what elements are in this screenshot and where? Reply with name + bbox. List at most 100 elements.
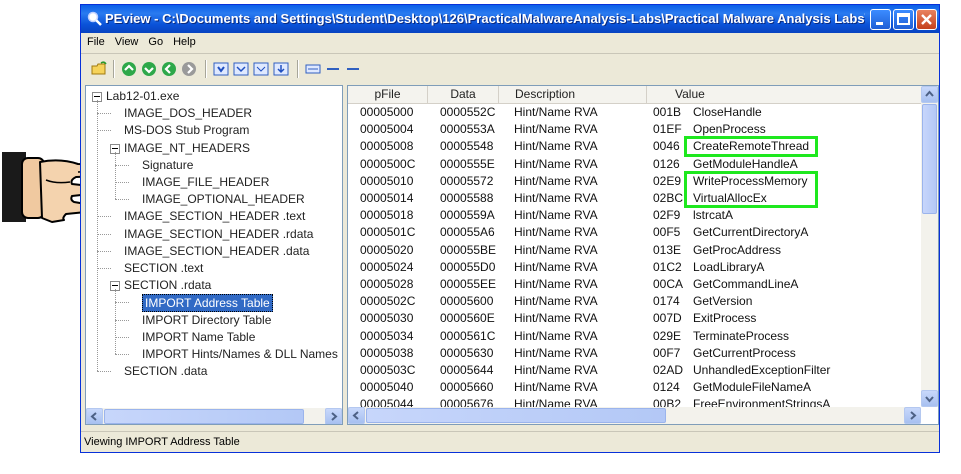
tree-item[interactable]: IMAGE_SECTION_HEADER .data	[124, 243, 309, 259]
menu-go[interactable]: Go	[142, 33, 167, 48]
list-horizontal-scrollbar[interactable]	[348, 407, 921, 424]
list-scroll-left-button[interactable]	[348, 407, 365, 424]
list-scroll-thumb[interactable]	[922, 104, 937, 214]
cell-function-name: CloseHandle	[693, 105, 762, 119]
tree-item[interactable]: IMAGE_SECTION_HEADER .rdata	[124, 226, 313, 242]
tree-item[interactable]: Signature	[142, 157, 193, 173]
cell-function-name: ExitProcess	[693, 311, 757, 326]
table-row[interactable]: 0000503C 00005644 Hint/Name RVA 02AD Unhandl…	[348, 362, 922, 379]
first-icon[interactable]	[121, 61, 137, 77]
cell-pfile: 00005014	[360, 191, 414, 205]
table-row[interactable]: 0000501C 000055A6 Hint/Name RVA 00F5 GetCurr…	[348, 224, 922, 241]
cell-pfile: 0000503C	[360, 363, 416, 377]
list-vertical-scrollbar[interactable]	[921, 86, 938, 407]
tree-item[interactable]: MS-DOS Stub Program	[124, 122, 249, 138]
table-row[interactable]: 00005030 0000560E Hint/Name RVA 007D ExitPro…	[348, 310, 922, 327]
title-bar[interactable]: PEview - C:\Documents and Settings\Stude…	[81, 5, 939, 33]
menu-view[interactable]: View	[109, 33, 143, 48]
table-row[interactable]: 00005020 000055BE Hint/Name RVA 013E GetProc…	[348, 242, 922, 259]
cell-pfile: 00005008	[360, 139, 414, 154]
table-row[interactable]: 00005010 00005572 Hint/Name RVA 02E9 WritePr…	[348, 173, 922, 190]
column-header-data[interactable]: Data	[428, 86, 499, 103]
cell-hint: 0124	[653, 380, 680, 395]
cell-pfile: 0000502C	[360, 294, 416, 309]
arrow-up-icon	[925, 90, 934, 97]
cell-description: Hint/Name RVA	[514, 208, 598, 223]
cell-function-name: GetModuleFileNameA	[693, 380, 812, 395]
menu-help[interactable]: Help	[167, 33, 200, 48]
table-row[interactable]: 00005028 000055EE Hint/Name RVA 00CA GetComm…	[348, 276, 922, 293]
cell-pfile: 00005038	[360, 345, 414, 360]
cell-function-name: GetCurrentDirectoryA	[693, 225, 809, 240]
forward-icon[interactable]	[181, 61, 197, 77]
menu-bar: File View Go Help	[81, 33, 939, 54]
cell-data: 00005572	[440, 173, 494, 188]
cell-hint: 02BC	[653, 191, 684, 205]
tree-item[interactable]: IMPORT Name Table	[142, 329, 255, 345]
cell-description: Hint/Name RVA	[514, 328, 598, 343]
table-row[interactable]: 00005018 0000559A Hint/Name RVA 02F9 lstrcat…	[348, 207, 922, 224]
table-row[interactable]: 00005040 00005660 Hint/Name RVA 0124 GetModu…	[348, 379, 922, 396]
list-pane[interactable]: pFile Data Description Value 00005000 000…	[347, 85, 939, 425]
list-scroll-hthumb[interactable]	[366, 408, 666, 423]
tree-item[interactable]: IMAGE_FILE_HEADER	[142, 174, 269, 190]
tree-item[interactable]: SECTION .data	[124, 363, 207, 379]
tree-item[interactable]: IMAGE_SECTION_HEADER .text	[124, 208, 305, 224]
table-row[interactable]: 00005034 0000561C Hint/Name RVA 029E Termina…	[348, 328, 922, 345]
tree-item[interactable]: IMPORT Hints/Names & DLL Names	[142, 346, 338, 362]
tree-horizontal-scrollbar[interactable]	[86, 408, 342, 424]
back-icon[interactable]	[161, 61, 177, 77]
cell-pfile: 00005034	[360, 328, 414, 343]
tree-scroll-left-button[interactable]	[86, 408, 103, 424]
list-scroll-down-button[interactable]	[921, 390, 938, 407]
table-header: pFile Data Description Value	[348, 86, 922, 104]
close-button[interactable]	[916, 9, 937, 30]
arrow-right-icon	[910, 411, 917, 420]
column-header-pfile[interactable]: pFile	[348, 86, 428, 103]
cell-function-name: lstrcatA	[693, 208, 734, 223]
view-byte-icon[interactable]	[213, 61, 229, 77]
tree-pane[interactable]: Lab12-01.exe IMAGE_DOS_HEADER MS-DOS Stub …	[85, 85, 343, 425]
view-word-icon[interactable]	[233, 61, 249, 77]
tree-item[interactable]: Lab12-01.exe	[106, 88, 179, 104]
cell-data: 00005548	[440, 139, 494, 154]
view-dword-icon[interactable]	[253, 61, 269, 77]
list-scroll-up-button[interactable]	[921, 86, 938, 103]
cell-pfile: 00005010	[360, 173, 414, 188]
table-row[interactable]: 0000502C 00005600 Hint/Name RVA 0174 GetVers…	[348, 293, 922, 310]
view-text-icon[interactable]	[325, 61, 341, 77]
view-data-icon[interactable]	[345, 61, 361, 77]
table-row[interactable]: 00005000 0000552C Hint/Name RVA 001B CloseHa…	[348, 104, 922, 121]
table-row[interactable]: 00005014 00005588 Hint/Name RVA 02BC Virtual…	[348, 190, 922, 207]
tree-item[interactable]: IMAGE_DOS_HEADER	[124, 105, 252, 121]
tree-item[interactable]: SECTION .rdata	[124, 277, 211, 293]
cell-hint: 0126	[653, 156, 680, 171]
tree-item[interactable]: IMAGE_OPTIONAL_HEADER	[142, 191, 305, 207]
cell-hint: 013E	[653, 242, 682, 257]
table-row[interactable]: 0000500C 0000555E Hint/Name RVA 0126 GetModu…	[348, 156, 922, 173]
close-icon	[921, 14, 932, 25]
table-row[interactable]: 00005004 0000553A Hint/Name RVA 01EF OpenPro…	[348, 121, 922, 138]
maximize-icon	[897, 13, 910, 25]
table-row[interactable]: 00005008 00005548 Hint/Name RVA 0046 CreateR…	[348, 138, 922, 155]
view-hex-icon[interactable]	[305, 61, 321, 77]
tree-item[interactable]: SECTION .text	[124, 260, 203, 276]
view-qword-icon[interactable]	[273, 61, 289, 77]
cell-pfile: 0000500C	[360, 156, 416, 171]
tree-item[interactable]: IMAGE_NT_HEADERS	[124, 140, 250, 156]
column-header-value[interactable]: Value	[647, 86, 922, 103]
cell-data: 00005644	[440, 363, 494, 377]
menu-file[interactable]: File	[81, 33, 109, 48]
tree-item[interactable]: IMPORT Address Table	[142, 294, 273, 313]
table-row[interactable]: 00005024 000055D0 Hint/Name RVA 01C2 LoadLib…	[348, 259, 922, 276]
maximize-button[interactable]	[893, 9, 914, 30]
list-scroll-right-button[interactable]	[904, 407, 921, 424]
tree-scroll-right-button[interactable]	[325, 408, 342, 424]
minimize-button[interactable]	[870, 9, 891, 30]
down-icon[interactable]	[141, 61, 157, 77]
table-row[interactable]: 00005038 00005630 Hint/Name RVA 00F7 GetCurr…	[348, 345, 922, 362]
tree-scroll-thumb[interactable]	[104, 409, 304, 424]
tree-item[interactable]: IMPORT Directory Table	[142, 312, 271, 328]
open-folder-icon[interactable]	[91, 61, 107, 77]
column-header-description[interactable]: Description	[499, 86, 647, 103]
